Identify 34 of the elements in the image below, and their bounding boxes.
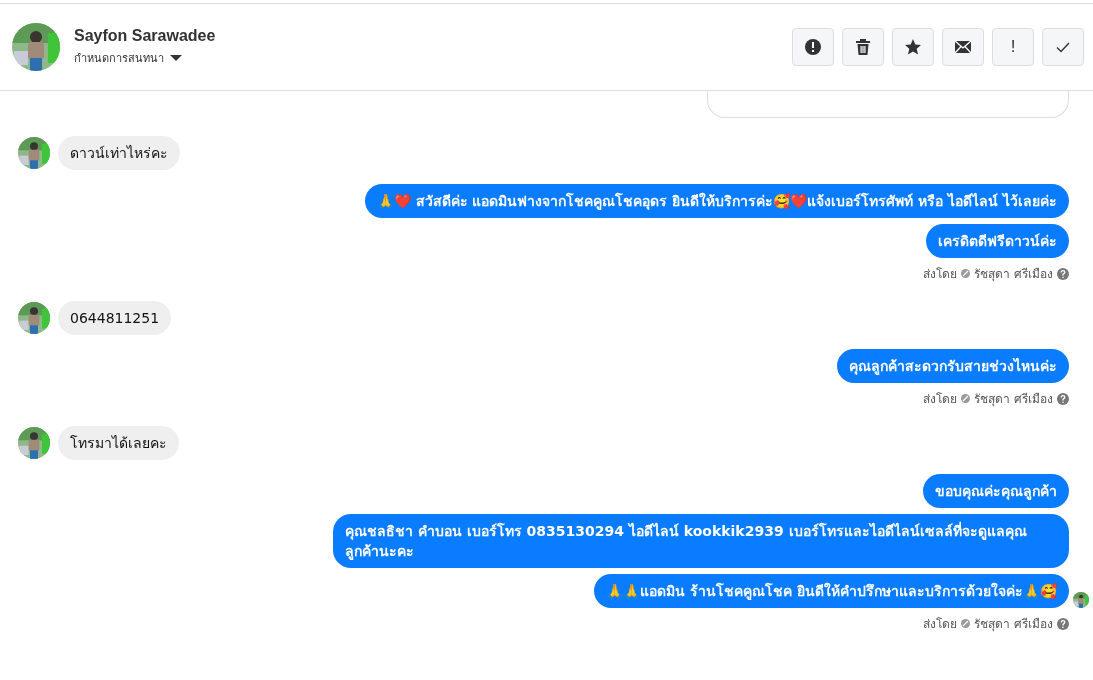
agent-status-icon <box>961 619 971 628</box>
agent-name: รัชสุดา ศรีเมือง <box>974 266 1053 283</box>
trash-button[interactable] <box>842 28 884 66</box>
message-text: เครดิตดีฟรีดาวน์ค่ะ <box>938 233 1057 249</box>
mail-icon <box>954 38 972 56</box>
help-icon <box>1057 617 1069 630</box>
caret-icon <box>170 54 182 62</box>
agent-status-icon <box>961 394 971 403</box>
message-text: คุณชลธิชา คำบอน เบอร์โทร 0835130294 ไอดีไลน์ kookkik2939 เบอร์โทรและไอดีไลน์เซลล์ที่จะดูแลคุณลูกค้านะคะ <box>345 523 1027 559</box>
important-button[interactable]: ! <box>992 28 1034 66</box>
report-button[interactable] <box>792 28 834 66</box>
trash-icon <box>854 38 872 56</box>
sent-by-label: ส่งโดย <box>923 391 958 408</box>
message-text: ดาวน์เท่าไหร่คะ <box>70 145 168 161</box>
message-text: โทรมาได้เลยคะ <box>70 435 167 451</box>
agent-name: รัชสุดา ศรีเมือง <box>974 616 1053 633</box>
agent-status-icon <box>961 269 971 278</box>
message-text: 🙏❤ สวัสดีค่ะ แอดมินฟางจากโชคคูณโชคอุดร ยินดีให้บริการค่ะ🥰❤แจ้งเบอร์โทรศัพท์ หรือ ไอดีไลน์ ไว้เลยค่ะ <box>376 193 1057 209</box>
star-icon <box>904 38 922 56</box>
report-icon <box>804 38 822 56</box>
contact-name: Sayfon Sarawadee <box>74 27 216 45</box>
conversation-dropdown[interactable]: กำหนดการสนทนา <box>74 49 216 67</box>
help-icon <box>1057 267 1069 280</box>
agent-name: รัชสุดา ศรีเมือง <box>974 391 1053 408</box>
message-text: คุณลูกค้าสะดวกรับสายช่วงไหนค่ะ <box>849 358 1057 374</box>
sent-by-label: ส่งโดย <box>923 616 958 633</box>
message-text: 🙏🙏แอดมิน ร้านโชคคูณโชค ยินดีให้คำปรึกษาและบริการด้วยใจค่ะ🙏🥰 <box>606 583 1057 599</box>
star-button[interactable] <box>892 28 934 66</box>
check-button[interactable] <box>1042 28 1084 66</box>
help-icon <box>1057 392 1069 405</box>
message-text: 0644811251 <box>70 310 160 326</box>
sent-by-label: ส่งโดย <box>923 266 958 283</box>
message-text: ขอบคุณค่ะคุณลูกค้า <box>935 483 1057 499</box>
mail-button[interactable] <box>942 28 984 66</box>
